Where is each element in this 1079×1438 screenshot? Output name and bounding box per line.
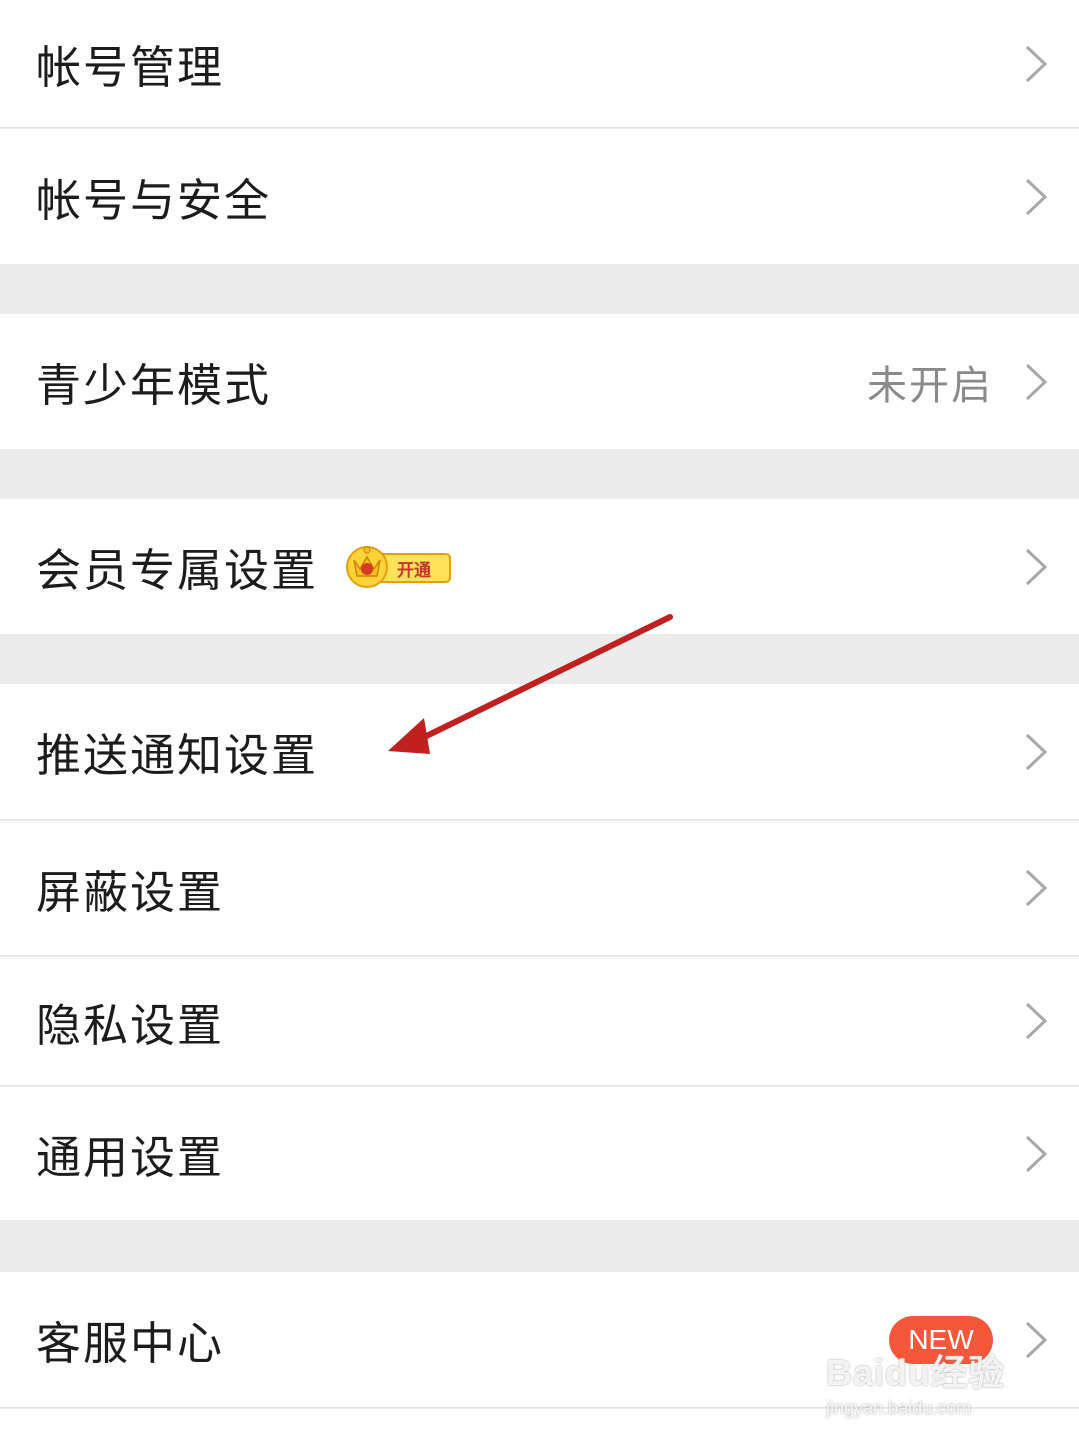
chevron-right-icon [1023, 732, 1049, 772]
row-privacy-settings[interactable]: 隐私设置 [0, 957, 1079, 1086]
privacy-settings-label: 隐私设置 [36, 998, 225, 1052]
row-block-settings[interactable]: 屏蔽设置 [0, 821, 1079, 956]
chevron-right-icon [1023, 1134, 1049, 1174]
push-notifications-label: 推送通知设置 [36, 729, 319, 782]
row-general-settings[interactable]: 通用设置 [0, 1087, 1079, 1220]
account-manage-label: 帐号管理 [36, 41, 225, 94]
vip-open-label: 开通 [397, 560, 431, 581]
row-account-manage[interactable]: 帐号管理 [0, 0, 1079, 128]
customer-service-label: 客服中心 [36, 1317, 225, 1370]
watermark-url: jingyan.baidu.com [826, 1398, 972, 1418]
row-account-security[interactable]: 帐号与安全 [0, 129, 1079, 264]
teen-mode-label: 青少年模式 [36, 359, 272, 412]
chevron-right-icon [1023, 44, 1049, 84]
account-security-label: 帐号与安全 [36, 174, 272, 227]
general-settings-label: 通用设置 [36, 1131, 225, 1184]
annotation-arrow [388, 614, 673, 754]
baidu-watermark: Baidu经验 jingyan.baidu.com [826, 1344, 1026, 1418]
vip-settings-label: 会员专属设置 [36, 544, 319, 597]
chevron-right-icon [1023, 868, 1049, 908]
watermark-brand: Baidu经验 [826, 1352, 1006, 1393]
chevron-right-icon [1023, 547, 1049, 587]
row-teen-mode[interactable]: 青少年模式 未开启 [0, 314, 1079, 449]
chevron-right-icon [1023, 177, 1049, 217]
block-settings-label: 屏蔽设置 [36, 865, 225, 919]
chevron-right-icon [1023, 1320, 1049, 1360]
vip-open-badge[interactable]: 开通 [345, 544, 453, 590]
chevron-right-icon [1023, 1001, 1049, 1041]
chevron-right-icon [1023, 362, 1049, 402]
teen-mode-status: 未开启 [867, 362, 993, 409]
